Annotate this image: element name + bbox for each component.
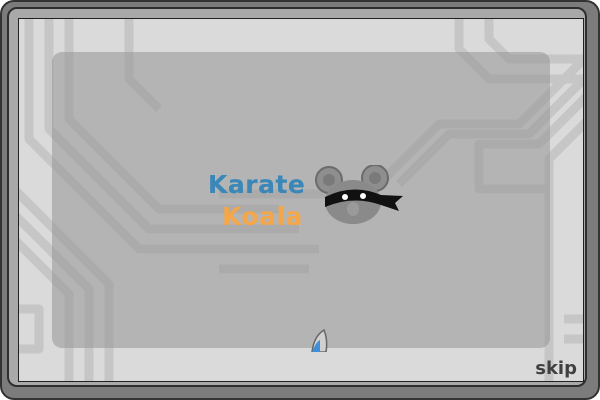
- title-line-1: Karate: [208, 170, 306, 199]
- title-line-2: Koala: [222, 202, 303, 231]
- skip-button[interactable]: skip: [535, 358, 577, 379]
- blue-fin-character-icon[interactable]: [308, 328, 332, 352]
- game-frame: Karate Koala skip: [0, 0, 600, 400]
- game-screen[interactable]: Karate Koala skip: [18, 18, 584, 382]
- game-logo: Karate Koala: [205, 165, 405, 257]
- ninja-koala-icon: [315, 165, 403, 224]
